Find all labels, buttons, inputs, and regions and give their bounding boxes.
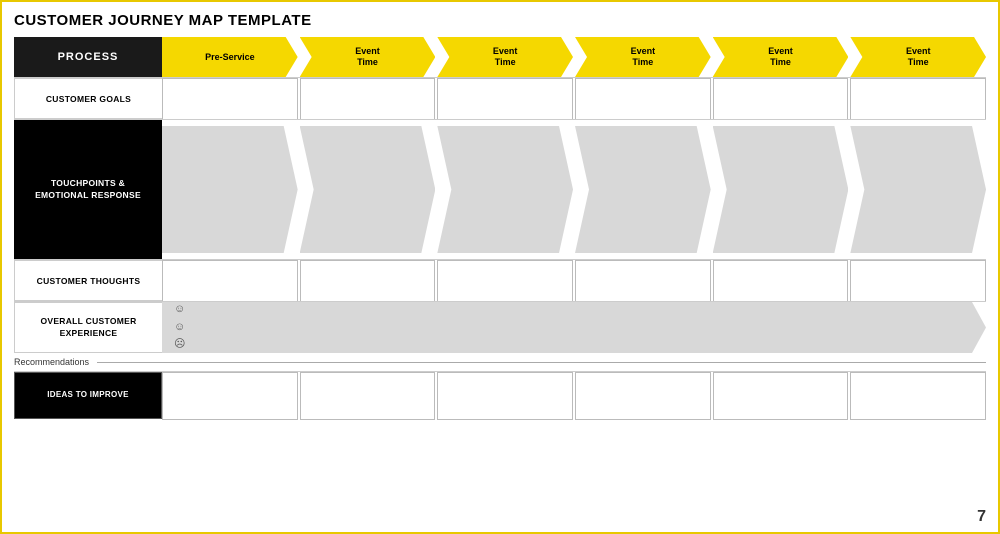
customer-goals-row: CUSTOMER GOALS [14, 77, 986, 119]
header-event-2: EventTime [437, 37, 573, 77]
goals-cell-5[interactable] [713, 78, 849, 120]
ideas-cell-2[interactable] [300, 372, 436, 420]
overall-experience-row: OVERALL CUSTOMER EXPERIENCE ☺ ☺ ☹ [14, 301, 986, 353]
experience-content: ☺ ☺ ☹ [162, 302, 986, 353]
touch-cell-2[interactable] [300, 124, 436, 255]
goals-cell-6[interactable] [850, 78, 986, 120]
header-row: PROCESS Pre-Service EventTime EventTime [14, 37, 986, 77]
goals-cell-4[interactable] [575, 78, 711, 120]
header-event-5: EventTime [850, 37, 986, 77]
header-pre-service: Pre-Service [162, 37, 298, 77]
recommendations-line [97, 362, 986, 363]
page-title: CUSTOMER JOURNEY MAP TEMPLATE [14, 12, 986, 29]
customer-goals-label: CUSTOMER GOALS [14, 78, 162, 119]
ideas-label: IDEAS TO IMPROVE [14, 372, 162, 419]
ideas-cells [162, 372, 986, 419]
header-event-1: EventTime [300, 37, 436, 77]
emoji-neutral: ☺ [174, 320, 986, 335]
ideas-cell-1[interactable] [162, 372, 298, 420]
ideas-cell-5[interactable] [713, 372, 849, 420]
ideas-row: IDEAS TO IMPROVE [14, 371, 986, 419]
thoughts-cell-2[interactable] [300, 260, 436, 302]
header-arrow-cells: Pre-Service EventTime EventTime EventTim… [162, 37, 986, 77]
ideas-cell-4[interactable] [575, 372, 711, 420]
ideas-cell-3[interactable] [437, 372, 573, 420]
thoughts-cell-5[interactable] [713, 260, 849, 302]
emoji-sad: ☹ [174, 337, 986, 352]
touchpoints-row: TOUCHPOINTS & EMOTIONAL RESPONSE [14, 119, 986, 259]
touchpoints-arrow-cells [162, 120, 986, 259]
emoji-happy: ☺ [174, 302, 986, 317]
thoughts-cell-4[interactable] [575, 260, 711, 302]
thoughts-cell-3[interactable] [437, 260, 573, 302]
recommendations-row: Recommendations [14, 353, 986, 371]
goals-cell-2[interactable] [300, 78, 436, 120]
header-event-4: EventTime [713, 37, 849, 77]
touch-cell-6[interactable] [850, 124, 986, 255]
journey-table: PROCESS Pre-Service EventTime EventTime [14, 37, 986, 524]
customer-goals-cells [162, 78, 986, 119]
thoughts-cell-1[interactable] [162, 260, 298, 302]
touch-cell-4[interactable] [575, 124, 711, 255]
customer-thoughts-cells [162, 260, 986, 301]
header-event-3: EventTime [575, 37, 711, 77]
goals-cell-3[interactable] [437, 78, 573, 120]
ideas-cell-6[interactable] [850, 372, 986, 420]
customer-thoughts-label: CUSTOMER THOUGHTS [14, 260, 162, 301]
touch-cell-3[interactable] [437, 124, 573, 255]
thoughts-cell-6[interactable] [850, 260, 986, 302]
goals-cell-1[interactable] [162, 78, 298, 120]
overall-experience-label: OVERALL CUSTOMER EXPERIENCE [14, 302, 162, 353]
customer-thoughts-row: CUSTOMER THOUGHTS [14, 259, 986, 301]
touch-cell-1[interactable] [162, 124, 298, 255]
page-number: 7 [977, 508, 986, 526]
process-label: PROCESS [14, 37, 162, 77]
touch-cell-5[interactable] [713, 124, 849, 255]
recommendations-label: Recommendations [14, 357, 89, 367]
touchpoints-label: TOUCHPOINTS & EMOTIONAL RESPONSE [14, 120, 162, 259]
